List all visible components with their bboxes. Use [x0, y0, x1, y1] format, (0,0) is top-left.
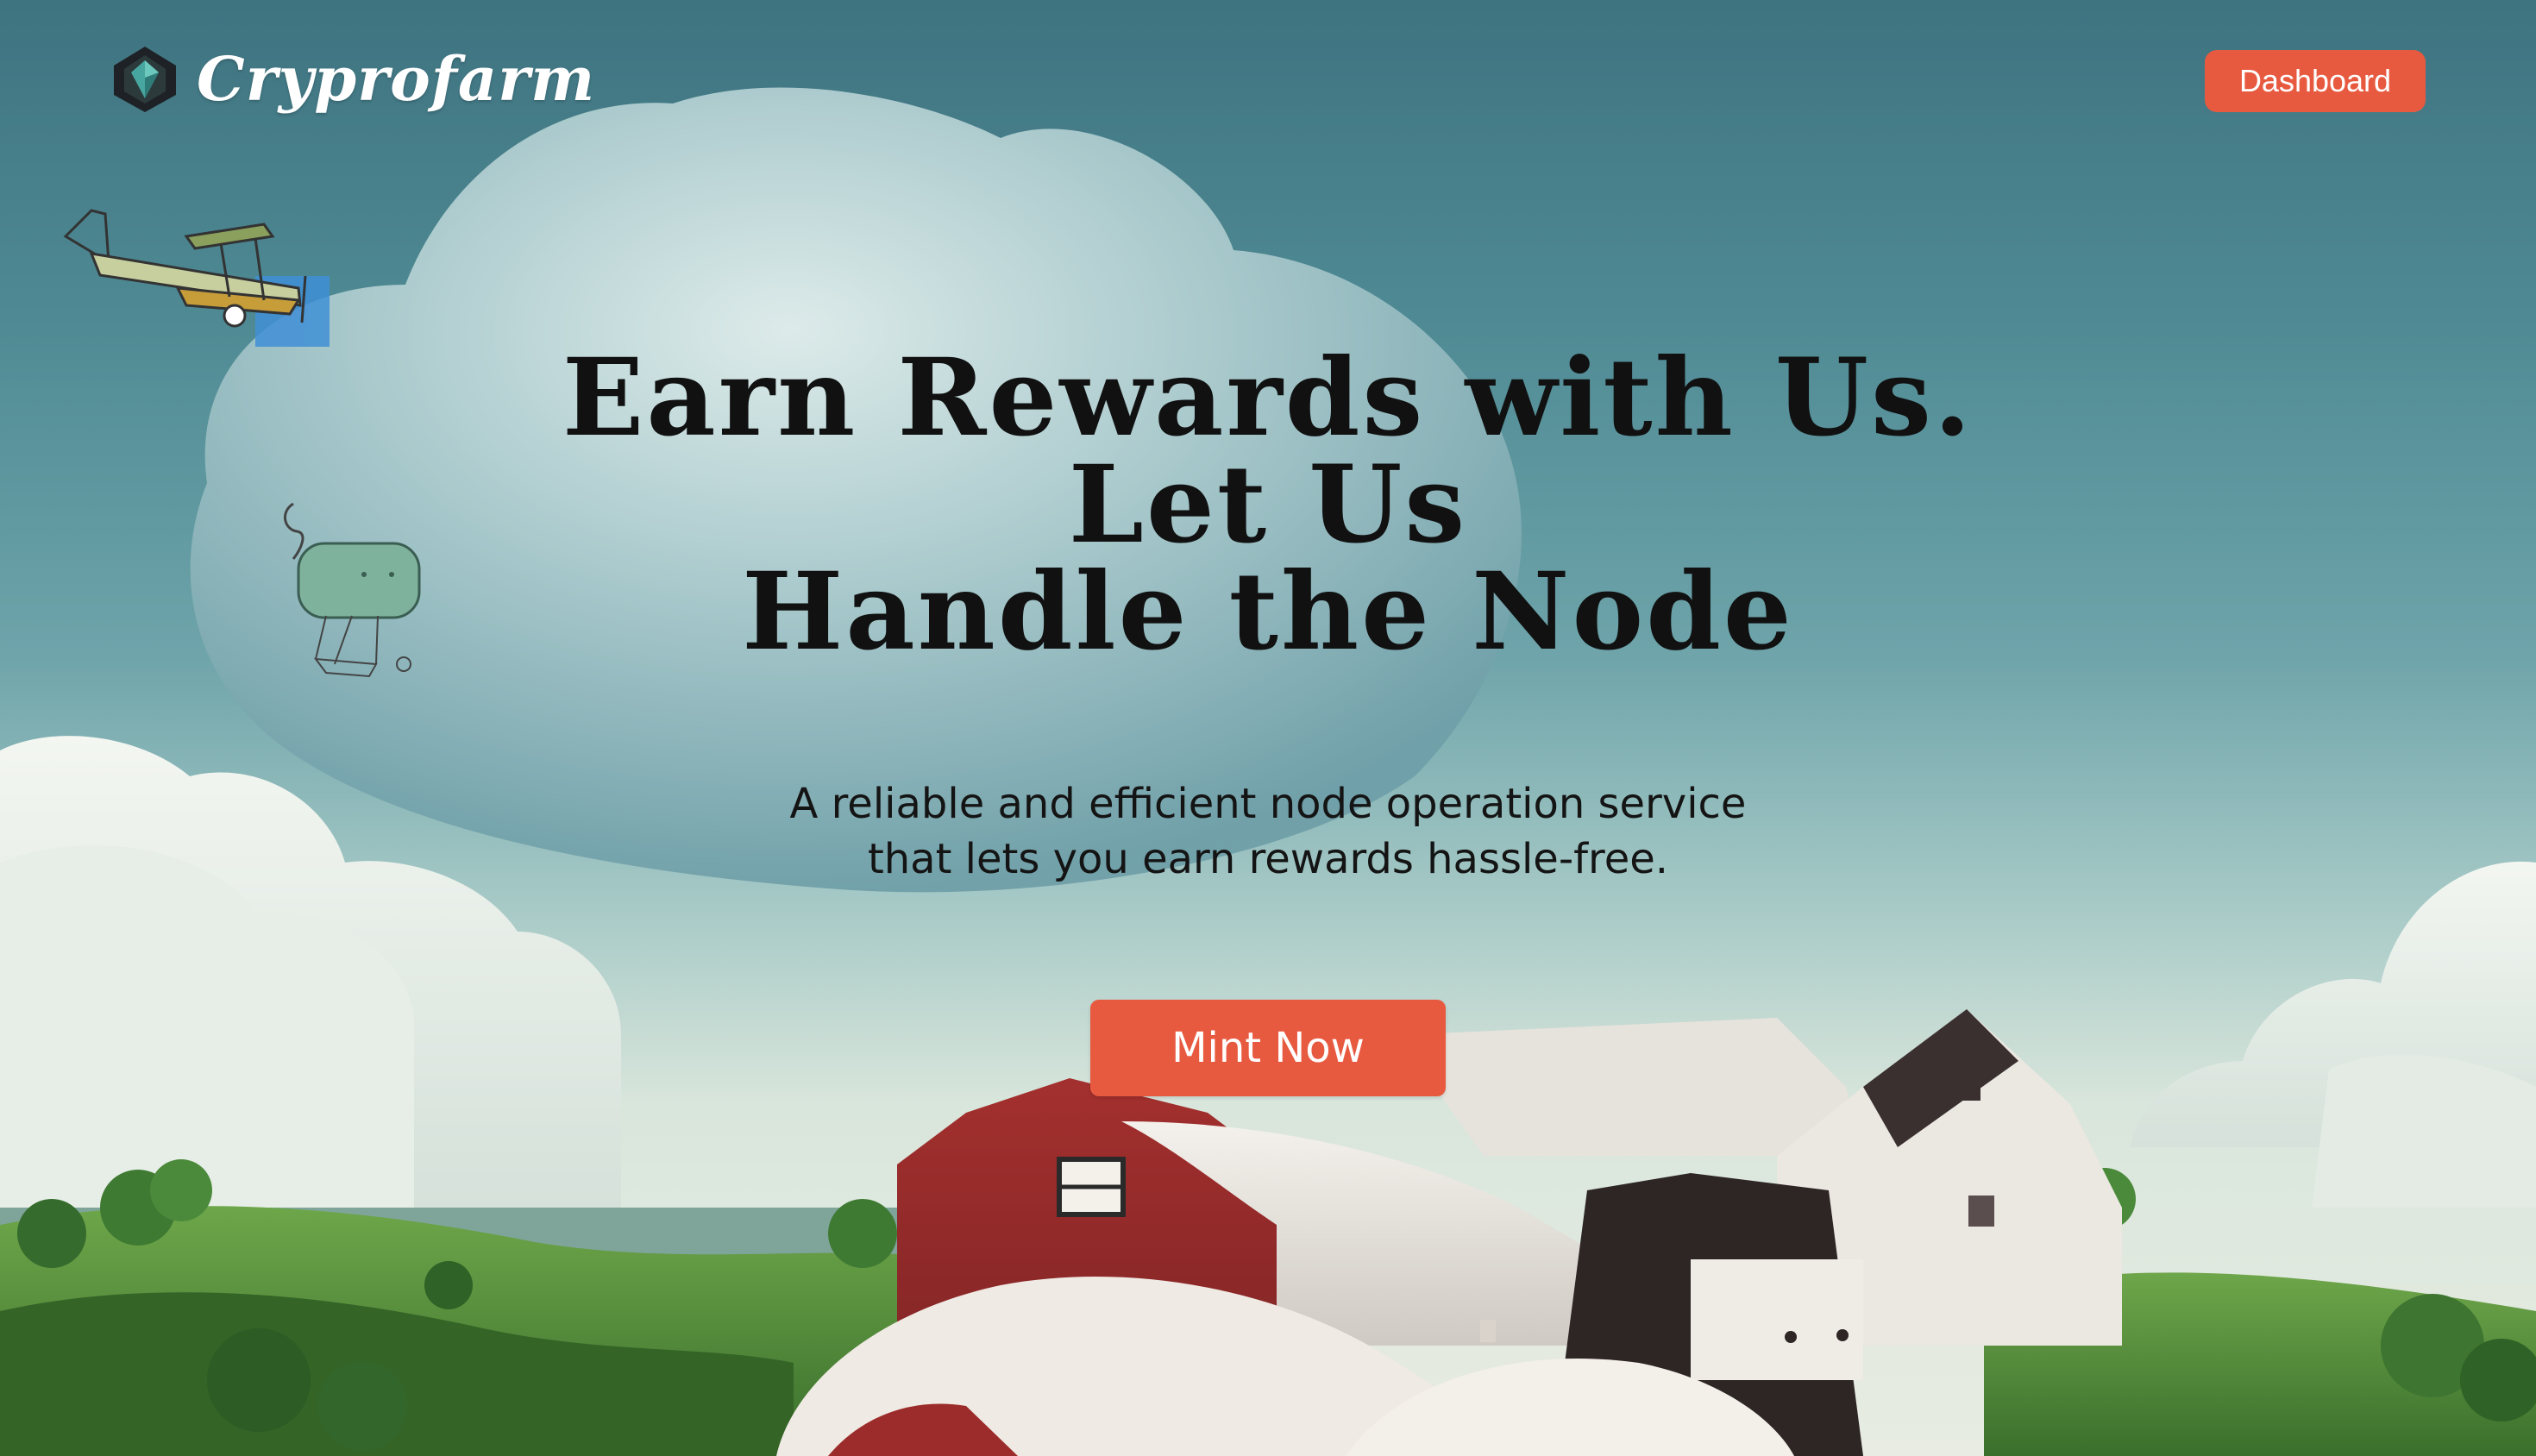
brand-logo[interactable]: Cryprofarm [109, 43, 595, 116]
hero-title-line: Handle the Node [742, 549, 1794, 675]
floating-pet-icon [284, 502, 421, 678]
hero-title: Earn Rewards with Us. Let Us Handle the … [492, 345, 2044, 666]
hero-subtitle: A reliable and efficient node operation … [664, 776, 1872, 887]
brand-name: Cryprofarm [197, 43, 596, 115]
hero-title-line: Let Us [1068, 442, 1468, 568]
dashboard-button[interactable]: Dashboard [2205, 50, 2426, 112]
biplane-icon [63, 209, 330, 347]
hero-subtitle-line: that lets you earn rewards hassle-free. [867, 835, 1669, 883]
hero-subtitle-line: A reliable and efficient node operation … [789, 780, 1747, 828]
mint-now-button[interactable]: Mint Now [1090, 1000, 1446, 1096]
farm-background-illustration [0, 87, 2536, 1456]
diamond-gem-icon [114, 47, 176, 112]
hero-title-line: Earn Rewards with Us. [562, 336, 1974, 461]
